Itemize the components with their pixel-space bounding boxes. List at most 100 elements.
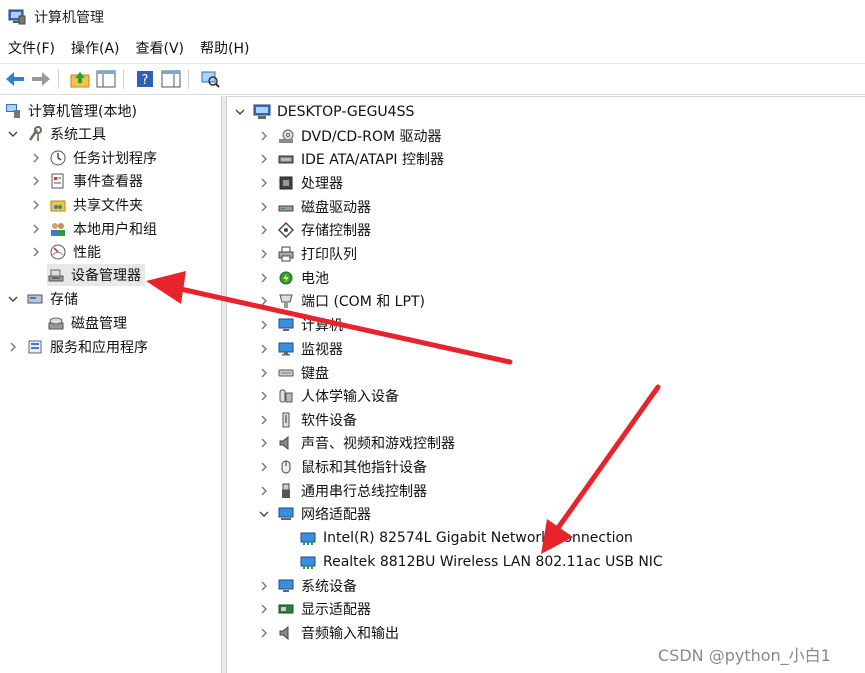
chevron-down-icon[interactable] — [6, 292, 20, 306]
device-category-label: DVD/CD-ROM 驱动器 — [301, 129, 442, 145]
device-category-label: 系统设备 — [301, 579, 357, 595]
chevron-right-icon[interactable] — [257, 413, 271, 427]
tree-item-local-users[interactable]: 本地用户和组 — [29, 218, 157, 240]
chevron-right-icon[interactable] — [257, 200, 271, 214]
computer-name: DESKTOP-GEGU4SS — [277, 104, 415, 120]
device-category-label: 磁盘驱动器 — [301, 200, 371, 216]
chevron-right-icon[interactable] — [257, 484, 271, 498]
chevron-right-icon[interactable] — [257, 223, 271, 237]
back-button[interactable] — [4, 68, 26, 90]
menu-file[interactable]: 文件(F) — [8, 38, 55, 58]
chevron-right-icon[interactable] — [257, 342, 271, 356]
storage-icon — [26, 290, 44, 308]
device-category[interactable]: 计算机 — [257, 314, 343, 336]
chevron-right-icon[interactable] — [257, 436, 271, 450]
menu-action[interactable]: 操作(A) — [71, 38, 120, 58]
processor-icon — [277, 174, 295, 192]
window-title: 计算机管理 — [34, 10, 104, 26]
chevron-right-icon[interactable] — [257, 366, 271, 380]
disk-management-icon — [47, 314, 65, 332]
chevron-right-icon[interactable] — [29, 174, 43, 188]
event-viewer-icon — [49, 172, 67, 190]
help-icon: ? — [137, 71, 153, 88]
device-category[interactable]: 打印队列 — [257, 243, 357, 265]
tree-item-root[interactable]: 计算机管理(本地) — [4, 100, 137, 122]
chevron-right-icon[interactable] — [29, 198, 43, 212]
tree-item-label: 本地用户和组 — [73, 222, 157, 238]
port-icon — [277, 292, 295, 310]
device-category[interactable]: 声音、视频和游戏控制器 — [257, 432, 455, 454]
chevron-right-icon[interactable] — [257, 389, 271, 403]
device-category[interactable]: 通用串行总线控制器 — [257, 480, 427, 502]
chevron-down-icon[interactable] — [6, 127, 20, 141]
device-category[interactable]: 软件设备 — [257, 409, 357, 431]
forward-button[interactable] — [30, 68, 52, 90]
tree-item-system-tools[interactable]: 系统工具 — [6, 123, 106, 145]
chevron-right-icon[interactable] — [257, 152, 271, 166]
toolbar-separator — [123, 69, 124, 89]
device-category[interactable]: 存储控制器 — [257, 219, 371, 241]
chevron-right-icon[interactable] — [257, 129, 271, 143]
chevron-right-icon[interactable] — [257, 626, 271, 640]
menu-view[interactable]: 查看(V) — [136, 38, 185, 58]
chevron-right-icon[interactable] — [29, 151, 43, 165]
device-category[interactable]: 鼠标和其他指针设备 — [257, 456, 427, 478]
device-category[interactable]: 端口 (COM 和 LPT) — [257, 290, 425, 312]
hid-icon — [277, 387, 295, 405]
tree-item-task-scheduler[interactable]: 任务计划程序 — [29, 147, 157, 169]
device-category[interactable]: 人体学输入设备 — [257, 385, 399, 407]
performance-icon — [49, 243, 67, 261]
chevron-down-icon[interactable] — [257, 507, 271, 521]
network-adapter-icon — [277, 505, 295, 523]
chevron-right-icon[interactable] — [257, 247, 271, 261]
device-category[interactable]: 显示适配器 — [257, 598, 371, 620]
menu-help[interactable]: 帮助(H) — [200, 38, 249, 58]
network-device[interactable]: Intel(R) 82574L Gigabit Network Connecti… — [299, 527, 633, 549]
up-folder-button[interactable] — [69, 68, 91, 90]
device-category-label: 人体学输入设备 — [301, 389, 399, 405]
scan-hardware-button[interactable] — [199, 68, 221, 90]
help-button[interactable]: ? — [134, 68, 156, 90]
device-category[interactable]: 音频输入和输出 — [257, 622, 399, 644]
chevron-right-icon[interactable] — [29, 245, 43, 259]
show-hide-tree-button[interactable] — [95, 68, 117, 90]
device-category-label: 键盘 — [301, 366, 329, 382]
device-tree-root[interactable]: DESKTOP-GEGU4SS — [233, 101, 414, 123]
device-category-label: 电池 — [301, 271, 329, 287]
storage-controller-icon — [277, 221, 295, 239]
chevron-right-icon[interactable] — [257, 318, 271, 332]
device-category[interactable]: 系统设备 — [257, 575, 357, 597]
device-category-network[interactable]: 网络适配器 — [257, 503, 371, 525]
tree-item-services[interactable]: 服务和应用程序 — [6, 336, 148, 358]
chevron-right-icon[interactable] — [29, 222, 43, 236]
tree-item-device-manager[interactable]: 设备管理器 — [47, 264, 145, 286]
tools-icon — [26, 125, 44, 143]
device-category[interactable]: 监视器 — [257, 338, 343, 360]
device-category[interactable]: 处理器 — [257, 172, 343, 194]
chevron-right-icon[interactable] — [257, 271, 271, 285]
device-category[interactable]: 键盘 — [257, 362, 329, 384]
tree-item-storage[interactable]: 存储 — [6, 288, 78, 310]
services-icon — [26, 338, 44, 356]
tree-item-shared-folders[interactable]: 共享文件夹 — [29, 194, 143, 216]
tree-item-event-viewer[interactable]: 事件查看器 — [29, 170, 143, 192]
properties-button[interactable] — [160, 68, 182, 90]
tree-item-disk-management[interactable]: 磁盘管理 — [47, 312, 127, 334]
device-category[interactable]: IDE ATA/ATAPI 控制器 — [257, 148, 444, 170]
device-category-label: 监视器 — [301, 342, 343, 358]
computer-icon — [253, 103, 271, 121]
chevron-right-icon[interactable] — [257, 602, 271, 616]
chevron-down-icon[interactable] — [233, 105, 247, 119]
chevron-right-icon[interactable] — [6, 340, 20, 354]
device-category[interactable]: 电池 — [257, 267, 329, 289]
svg-text:?: ? — [142, 73, 149, 88]
system-device-icon — [277, 577, 295, 595]
chevron-right-icon[interactable] — [257, 460, 271, 474]
chevron-right-icon[interactable] — [257, 176, 271, 190]
chevron-right-icon[interactable] — [257, 579, 271, 593]
network-device[interactable]: Realtek 8812BU Wireless LAN 802.11ac USB… — [299, 551, 663, 573]
device-category[interactable]: DVD/CD-ROM 驱动器 — [257, 125, 442, 147]
tree-item-performance[interactable]: 性能 — [29, 241, 101, 263]
device-category[interactable]: 磁盘驱动器 — [257, 196, 371, 218]
chevron-right-icon[interactable] — [257, 294, 271, 308]
